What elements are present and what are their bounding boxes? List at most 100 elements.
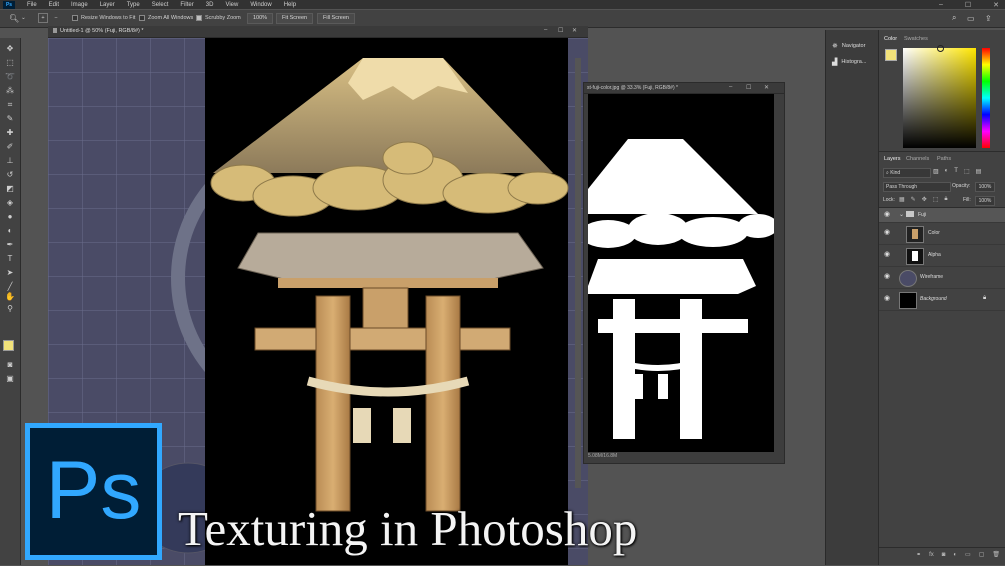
tab-paths[interactable]: Paths bbox=[937, 156, 951, 162]
percent-100-button[interactable]: 100% bbox=[247, 12, 274, 24]
layer-row-color[interactable]: ◉ Color bbox=[879, 223, 1005, 245]
adjustment-layer-icon[interactable]: ◐ bbox=[953, 552, 957, 558]
lasso-icon[interactable]: ➰ bbox=[5, 72, 15, 81]
close-icon[interactable]: ✕ bbox=[572, 27, 577, 34]
fill-input[interactable]: 100% bbox=[975, 196, 995, 206]
minimize-icon[interactable]: – bbox=[939, 1, 943, 8]
layer-style-icon[interactable]: fx bbox=[929, 552, 934, 558]
zoom-all-option[interactable]: Zoom All Windows bbox=[139, 13, 193, 23]
maximize-icon[interactable]: ☐ bbox=[965, 1, 971, 9]
pixel-filter-icon[interactable]: ▨ bbox=[933, 168, 939, 175]
trash-icon[interactable]: 🗑︎ bbox=[992, 551, 1000, 558]
blur-icon[interactable]: ● bbox=[5, 212, 15, 221]
layer-row-wireframe[interactable]: ◉ Wireframe bbox=[879, 267, 1005, 289]
move-icon[interactable]: ✥ bbox=[5, 44, 15, 53]
fill-screen-button[interactable]: Fill Screen bbox=[317, 12, 355, 24]
zoom-icon[interactable]: ⚲ bbox=[5, 304, 15, 313]
navigator-panel-button[interactable]: ✵ Navigator bbox=[832, 42, 865, 50]
shape-filter-icon[interactable]: ⬚ bbox=[964, 168, 970, 175]
scrubby-zoom-option[interactable]: Scrubby Zoom bbox=[196, 13, 241, 23]
lock-position-icon[interactable]: ✥ bbox=[922, 196, 927, 203]
menu-image[interactable]: Image bbox=[71, 2, 88, 8]
lock-transparent-icon[interactable]: ▦ bbox=[899, 196, 905, 203]
menu-file[interactable]: File bbox=[27, 2, 37, 8]
type-filter-icon[interactable]: T bbox=[954, 168, 958, 175]
fit-screen-button[interactable]: Fit Screen bbox=[276, 12, 314, 24]
menu-help[interactable]: Help bbox=[284, 2, 296, 8]
lock-all-icon[interactable]: 🔒︎ bbox=[944, 196, 947, 203]
magic-wand-icon[interactable]: ⁂ bbox=[5, 86, 15, 95]
eye-icon[interactable]: ◉ bbox=[884, 229, 892, 237]
color-field[interactable] bbox=[903, 48, 976, 148]
zoom-tool-preset[interactable]: 🔍︎ ⌄ bbox=[9, 13, 26, 23]
clone-stamp-icon[interactable]: ⊥ bbox=[5, 156, 15, 165]
zoom-in-button[interactable]: + bbox=[38, 13, 48, 23]
type-icon[interactable]: T bbox=[5, 254, 15, 263]
scrollbar[interactable] bbox=[575, 58, 581, 488]
crop-icon[interactable]: ⌗ bbox=[5, 100, 15, 109]
menu-select[interactable]: Select bbox=[152, 2, 169, 8]
close-icon[interactable]: ✕ bbox=[764, 84, 769, 91]
dodge-icon[interactable]: ◐ bbox=[5, 226, 15, 235]
menu-edit[interactable]: Edit bbox=[49, 2, 59, 8]
pen-icon[interactable]: ✒ bbox=[5, 240, 15, 249]
lock-pixels-icon[interactable]: ✎ bbox=[911, 196, 916, 203]
new-group-icon[interactable]: ▭ bbox=[965, 551, 971, 558]
canvas-alpha[interactable] bbox=[588, 94, 774, 452]
layer-row-fuji[interactable]: ◉ ⌄ Fuji bbox=[879, 208, 1005, 223]
foreground-color-swatch[interactable] bbox=[885, 49, 897, 61]
chevron-down-icon[interactable]: ⌄ bbox=[899, 211, 904, 218]
layer-row-background[interactable]: ◉ Background 🔒︎ bbox=[879, 289, 1005, 311]
adjustment-filter-icon[interactable]: ◐ bbox=[945, 168, 949, 175]
zoom-out-button[interactable]: − bbox=[52, 13, 60, 23]
maximize-icon[interactable]: ☐ bbox=[746, 84, 751, 91]
workspace-icon[interactable]: ▭ bbox=[967, 13, 975, 23]
healing-icon[interactable]: ✚ bbox=[5, 128, 15, 137]
minimize-icon[interactable]: – bbox=[729, 84, 732, 90]
tab-swatches[interactable]: Swatches bbox=[904, 36, 928, 42]
menu-view[interactable]: View bbox=[225, 2, 238, 8]
app-logo[interactable]: Ps bbox=[3, 0, 15, 9]
eye-icon[interactable]: ◉ bbox=[884, 211, 892, 219]
hand-icon[interactable]: ✋ bbox=[5, 292, 15, 301]
eyedropper-icon[interactable]: ✎ bbox=[5, 114, 15, 123]
scrubby-zoom-checkbox[interactable] bbox=[196, 15, 202, 21]
eye-icon[interactable]: ◉ bbox=[884, 273, 892, 281]
maximize-icon[interactable]: ☐ bbox=[558, 27, 563, 34]
opacity-input[interactable]: 100% bbox=[975, 182, 995, 192]
document-tab-alpha[interactable]: st-fuji-color.jpg @ 33.3% (Fuji, RGB/8#)… bbox=[584, 83, 784, 94]
add-mask-icon[interactable]: ◙ bbox=[942, 552, 946, 558]
eye-icon[interactable]: ◉ bbox=[884, 251, 892, 259]
menu-filter[interactable]: Filter bbox=[180, 2, 193, 8]
resize-windows-option[interactable]: Resize Windows to Fit bbox=[72, 13, 135, 23]
hue-slider[interactable] bbox=[982, 48, 990, 148]
document-tab-main[interactable]: Untitled-1 @ 50% (Fuji, RGB/8#) * – ☐ ✕ bbox=[48, 26, 588, 38]
link-layers-icon[interactable]: ⚭ bbox=[916, 551, 921, 558]
resize-windows-checkbox[interactable] bbox=[72, 15, 78, 21]
lock-artboard-icon[interactable]: ⬚ bbox=[933, 196, 939, 203]
layer-row-alpha[interactable]: ◉ Alpha bbox=[879, 245, 1005, 267]
menu-type[interactable]: Type bbox=[127, 2, 140, 8]
share-icon[interactable]: ⇪ bbox=[985, 13, 992, 23]
minimize-icon[interactable]: – bbox=[544, 27, 547, 33]
paint-bucket-icon[interactable]: ◈ bbox=[5, 198, 15, 207]
blend-mode-select[interactable]: Pass Through bbox=[883, 182, 951, 192]
path-select-icon[interactable]: ➤ bbox=[5, 268, 15, 277]
marquee-icon[interactable]: ⬚ bbox=[5, 58, 15, 67]
history-brush-icon[interactable]: ↺ bbox=[5, 170, 15, 179]
eraser-icon[interactable]: ◩ bbox=[5, 184, 15, 193]
zoom-all-checkbox[interactable] bbox=[139, 15, 145, 21]
histogram-panel-button[interactable]: ▟ Histogra... bbox=[832, 58, 866, 66]
quick-mask-icon[interactable]: ◙ bbox=[5, 360, 15, 369]
line-icon[interactable]: ╱ bbox=[5, 282, 15, 291]
smart-object-filter-icon[interactable]: ▤ bbox=[976, 168, 982, 175]
brush-icon[interactable]: ✐ bbox=[5, 142, 15, 151]
close-icon[interactable]: ✕ bbox=[993, 1, 999, 9]
screen-mode-icon[interactable]: ▣ bbox=[5, 374, 15, 383]
color-picker-handle[interactable] bbox=[937, 45, 944, 52]
menu-3d[interactable]: 3D bbox=[206, 2, 214, 8]
eye-icon[interactable]: ◉ bbox=[884, 295, 892, 303]
new-layer-icon[interactable]: ▢ bbox=[979, 551, 985, 558]
menu-layer[interactable]: Layer bbox=[100, 2, 115, 8]
menu-window[interactable]: Window bbox=[250, 2, 271, 8]
